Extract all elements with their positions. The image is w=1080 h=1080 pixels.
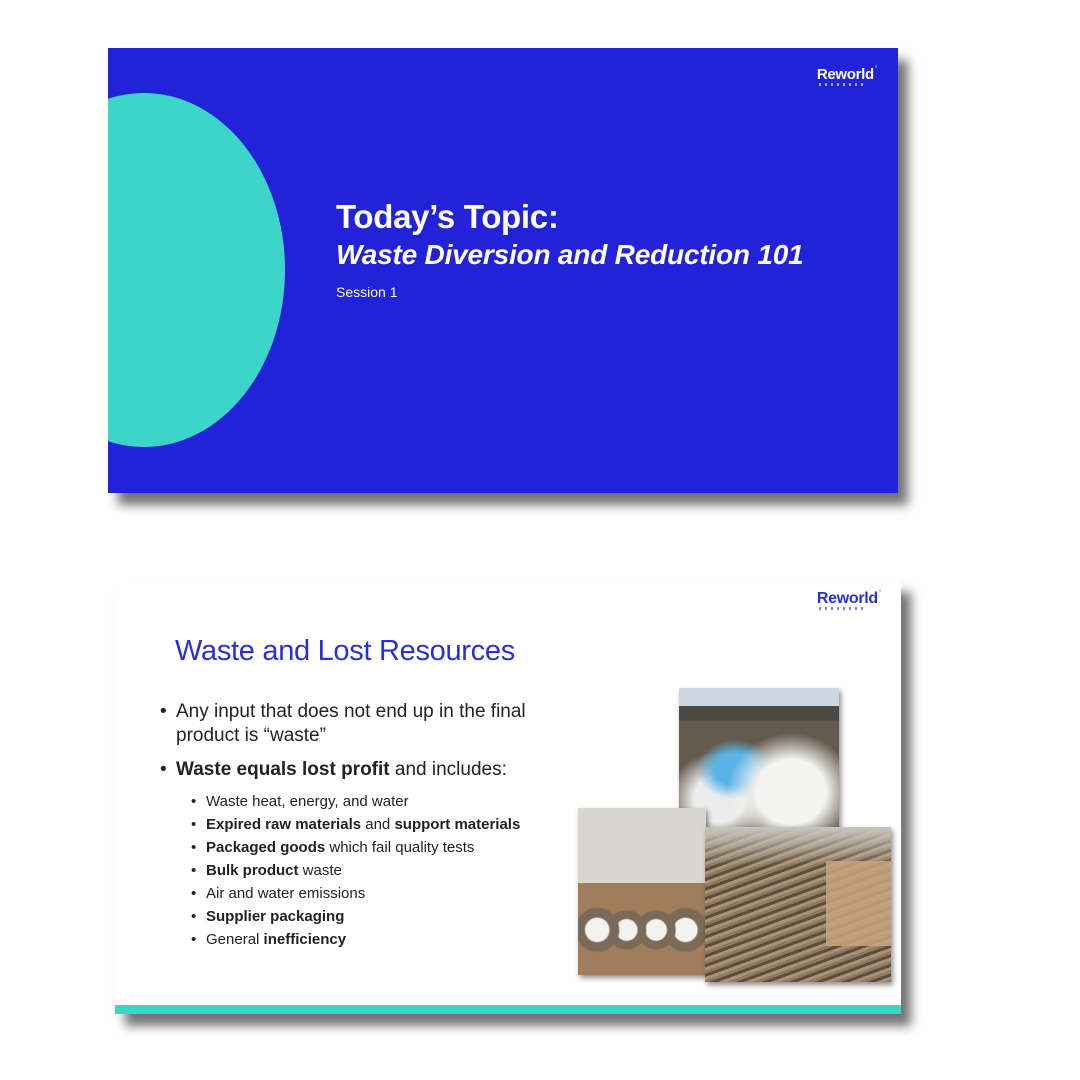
- logo-dots: [818, 83, 867, 86]
- plastic-rolls-photo: [578, 808, 706, 975]
- sub-bullet-item: Air and water emissions: [160, 884, 580, 903]
- bullet-item: Waste equals lost profit and includes:: [160, 758, 580, 782]
- bullet-list: Any input that does not end up in the fi…: [160, 700, 580, 953]
- reworld-logo: Reworld°: [816, 590, 881, 610]
- sub-bullet-item: Supplier packaging: [160, 907, 580, 926]
- wood-scrap-photo: [705, 827, 891, 982]
- accent-bar: [115, 1005, 901, 1014]
- logo-text: Reworld: [816, 66, 874, 83]
- decorative-teal-circle: [108, 93, 285, 447]
- reworld-logo: Reworld°: [816, 66, 877, 86]
- sub-bullet-item: Packaged goods which fail quality tests: [160, 838, 580, 857]
- slide-heading: Waste and Lost Resources: [175, 635, 515, 667]
- logo-dots: [818, 607, 867, 610]
- sub-bullet-item: General inefficiency: [160, 930, 580, 949]
- sub-bullet-item: Waste heat, energy, and water: [160, 792, 580, 811]
- sub-bullet-item: Expired raw materials and support materi…: [160, 815, 580, 834]
- slide-subtitle: Waste Diversion and Reduction 101: [336, 239, 804, 270]
- slide-title: Today’s Topic:: [336, 198, 559, 235]
- bullet-item: Any input that does not end up in the fi…: [160, 700, 580, 748]
- session-label: Session 1: [336, 284, 398, 300]
- title-slide: Reworld° Today’s Topic: Waste Diversion …: [108, 48, 898, 493]
- content-slide: Reworld° Waste and Lost Resources Any in…: [115, 580, 901, 1014]
- sub-bullet-item: Bulk product waste: [160, 861, 580, 880]
- logo-text: Reworld: [816, 590, 878, 607]
